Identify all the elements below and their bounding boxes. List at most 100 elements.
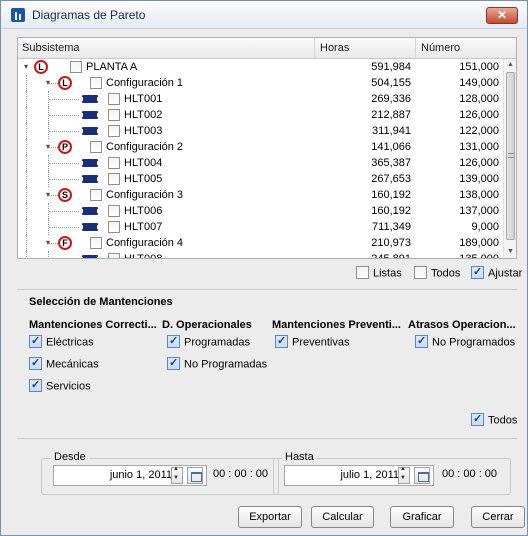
calcular-button[interactable]: Calcular [311,506,374,528]
tree-header: Subsistema Horas Número [18,38,516,59]
row-label: HLT004 [124,157,163,169]
desde-label: Desde [51,451,89,463]
desde-time-field[interactable]: 00 : 00 : 00 [213,468,268,480]
subsystem-tree-table: Subsistema Horas Número ▾ L PLANTA A 591,98… [17,37,517,259]
row-label: Configuración 3 [106,189,184,201]
preventivas-checkbox[interactable]: Preventivas [275,334,349,349]
numero-cell: 128,000 [459,93,499,105]
equipment-icon [80,207,100,215]
tree-row-equipment[interactable]: HLT003 311,941 122,000 [18,123,503,139]
electricas-checkbox[interactable]: Eléctricas [29,334,94,349]
scroll-down-icon[interactable]: ▼ [504,246,516,258]
scroll-up-icon[interactable]: ▲ [504,59,516,71]
tree-row-group[interactable]: ▾ L PLANTA A 591,984 151,000 [18,59,503,75]
status-badge: L [58,76,72,90]
row-checkbox[interactable] [108,157,120,169]
numero-cell: 126,000 [459,157,499,169]
horas-cell: 504,155 [371,77,411,89]
listas-checkbox[interactable]: Listas [356,266,402,280]
horas-cell: 160,192 [371,189,411,201]
numero-cell: 137,000 [459,205,499,217]
mecanicas-checkbox[interactable]: Mecánicas [29,356,99,371]
tree-row-equipment[interactable]: HLT001 269,336 128,000 [18,91,503,107]
tree-scrollbar[interactable]: ▲ ▼ [503,59,516,258]
tree-row-equipment[interactable]: HLT004 365,387 126,000 [18,155,503,171]
col-correctivas: Mantenciones Correcti... [29,319,157,331]
scroll-thumb[interactable] [506,72,515,240]
divider [17,289,517,290]
status-badge: S [58,188,72,202]
tree-row-equipment[interactable]: HLT002 212,887 126,000 [18,107,503,123]
servicios-checkbox[interactable]: Servicios [29,378,91,393]
tree-row-equipment[interactable]: HLT007 711,349 9,000 [18,219,503,235]
column-header-horas[interactable]: Horas [320,42,349,54]
row-checkbox[interactable] [108,93,120,105]
graficar-button[interactable]: Graficar [390,506,454,528]
desde-date-field[interactable]: junio 1, 2011 [53,465,207,486]
ajustar-checkbox-box[interactable] [471,265,484,279]
row-label: HLT006 [124,205,163,217]
row-checkbox[interactable] [90,141,102,153]
row-label: Configuración 1 [106,77,184,89]
todos-mantenciones-checkbox[interactable]: Todos [471,412,517,427]
desde-spinner[interactable] [171,466,183,484]
row-checkbox[interactable] [108,125,120,137]
column-header-subsistema[interactable]: Subsistema [22,42,79,54]
horas-cell: 311,941 [372,125,411,137]
col-operacionales: D. Operacionales [162,319,252,331]
horas-cell: 365,387 [371,157,411,169]
tree-row-equipment[interactable]: HLT008 245,891 135,000 [18,251,503,259]
calendar-icon[interactable] [187,467,203,484]
horas-cell: 212,887 [371,109,411,121]
window-title: Diagramas de Pareto [32,8,146,22]
calendar-icon[interactable] [414,467,430,484]
tree-row-group[interactable]: ▾ P Configuración 2 141,066 131,000 [18,139,503,155]
tree-row-group[interactable]: ▾ F Configuración 4 210,973 189,000 [18,235,503,251]
row-label: HLT005 [124,173,163,185]
cerrar-button[interactable]: Cerrar [471,506,525,528]
tree-row-equipment[interactable]: HLT006 160,192 137,000 [18,203,503,219]
row-checkbox[interactable] [108,173,120,185]
row-label: Configuración 2 [106,141,184,153]
horas-cell: 591,984 [371,61,411,73]
hasta-time-field[interactable]: 00 : 00 : 00 [442,468,497,480]
hasta-label: Hasta [282,451,317,463]
title-bar: Diagramas de Pareto ✕ [1,1,527,29]
no-programadas-checkbox[interactable]: No Programadas [167,356,267,371]
exportar-button[interactable]: Exportar [238,506,302,528]
todos-view-checkbox-box[interactable] [414,266,427,279]
row-checkbox[interactable] [90,237,102,249]
row-checkbox[interactable] [90,189,102,201]
row-label: HLT001 [124,93,163,105]
hasta-date-field[interactable]: julio 1, 2011 [284,465,434,486]
row-label: HLT008 [124,253,163,259]
status-badge: L [34,60,48,74]
programadas-checkbox[interactable]: Programadas [167,334,250,349]
numero-cell: 139,000 [459,173,499,185]
close-button[interactable]: ✕ [486,7,518,24]
tree-row-equipment[interactable]: HLT005 267,653 139,000 [18,171,503,187]
equipment-icon [80,175,100,183]
horas-cell: 711,349 [372,221,411,233]
listas-checkbox-box[interactable] [356,266,369,279]
no-programados-checkbox[interactable]: No Programados [415,334,515,349]
col-atrasos: Atrasos Operacion... [408,319,516,331]
row-checkbox[interactable] [108,109,120,121]
todos-view-checkbox[interactable]: Todos [414,266,460,280]
numero-cell: 122,000 [459,125,499,137]
row-label: PLANTA A [86,61,138,73]
row-checkbox[interactable] [70,61,82,73]
row-checkbox[interactable] [108,221,120,233]
ajustar-checkbox[interactable]: Ajustar [471,265,522,280]
numero-cell: 138,000 [459,189,499,201]
numero-cell: 149,000 [459,77,499,89]
tree-row-group[interactable]: ▾ L Configuración 1 504,155 149,000 [18,75,503,91]
horas-cell: 210,973 [371,237,411,249]
tree-row-group[interactable]: ▾ S Configuración 3 160,192 138,000 [18,187,503,203]
column-header-numero[interactable]: Número [421,42,460,54]
collapse-icon[interactable]: ▾ [22,63,30,71]
row-checkbox[interactable] [90,77,102,89]
row-checkbox[interactable] [108,205,120,217]
row-checkbox[interactable] [108,253,120,258]
hasta-spinner[interactable] [398,466,410,484]
